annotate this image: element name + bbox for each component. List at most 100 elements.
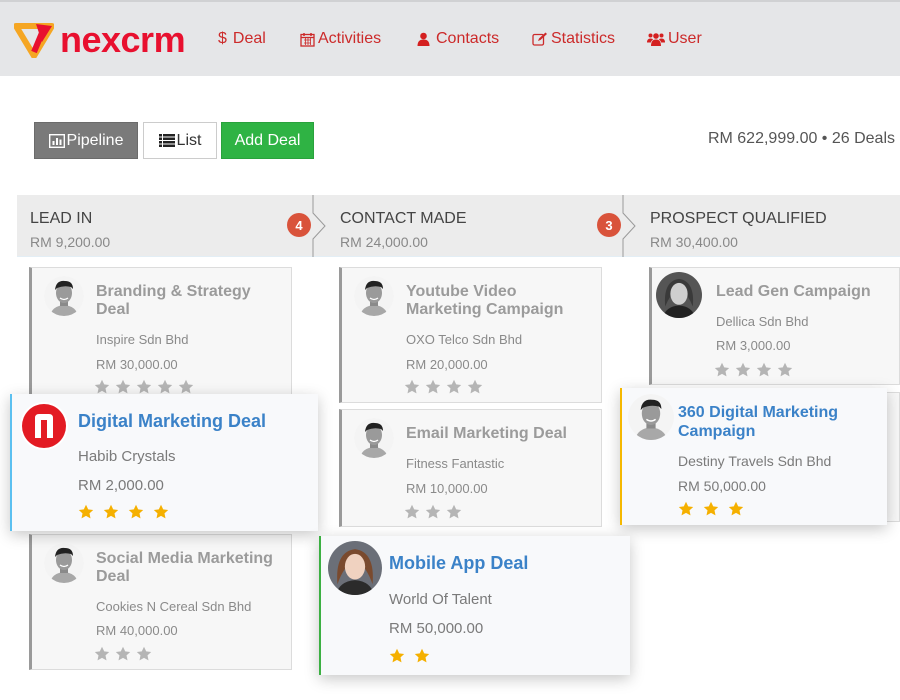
deal-card-highlighted[interactable]: 360 Digital Marketing Campaign Destiny T… [620,388,887,525]
list-icon [158,134,175,147]
bar-chart-icon [48,133,65,148]
deal-company: Dellica Sdn Bhd [716,314,809,329]
deal-card[interactable]: Youtube Video Marketing Campaign OXO Tel… [339,267,602,403]
deal-amount: RM 30,000.00 [96,357,178,372]
contact-avatar [628,394,674,440]
deal-title: 360 Digital Marketing Campaign [678,404,839,440]
nav-user[interactable]: User [647,30,702,48]
woman-avatar-icon [328,541,382,595]
contact-avatar [44,543,84,583]
star-icon [703,501,719,516]
add-deal-button[interactable]: Add Deal [221,122,314,159]
deal-rating [94,646,152,662]
contact-avatar [44,276,84,316]
deal-title: Lead Gen Campaign [716,283,871,300]
star-icon [94,379,110,394]
man-avatar-icon [628,394,674,440]
top-navbar: nexcrm $ Deal Activities Contacts Statis… [0,0,900,76]
logo-triangle-icon [14,23,54,58]
star-icon [178,379,194,394]
view-toolbar: Pipeline List Add Deal [34,122,314,159]
deal-company: Inspire Sdn Bhd [96,332,189,347]
deal-rating [404,379,483,395]
pipeline-view-button[interactable]: Pipeline [34,122,138,159]
stage-amount: RM 9,200.00 [30,234,111,250]
star-icon [414,648,430,663]
stage-amount: RM 30,400.00 [650,234,738,250]
star-icon [425,504,441,519]
user-icon [417,32,430,46]
star-icon [115,379,131,394]
star-icon [153,504,169,519]
star-icon [136,379,152,394]
nav-contacts[interactable]: Contacts [417,30,499,48]
users-icon [647,32,665,46]
star-icon [404,379,420,394]
star-icon [389,648,405,663]
nav-activities-label: Activities [318,30,382,47]
contact-avatar [328,541,382,595]
star-icon [157,379,173,394]
deal-count-badge: 3 [597,213,621,237]
company-logo-n-icon [20,402,68,450]
deal-rating [94,379,194,395]
pipeline-stages: LEAD IN RM 9,200.00 4 CONTACT MADE RM 24… [17,195,900,257]
company-logo-avatar [20,402,68,450]
star-icon [446,504,462,519]
nav-deal[interactable]: $ Deal [218,30,266,48]
star-icon [115,646,131,661]
stage-name: LEAD IN [30,210,93,227]
deal-title: Mobile App Deal [389,553,529,573]
deal-amount: RM 40,000.00 [96,623,178,638]
deal-title: Social Media Marketing Deal [96,550,273,585]
deal-card-highlighted[interactable]: Mobile App Deal World Of Talent RM 50,00… [319,536,630,675]
deal-rating [678,501,744,517]
star-icon [103,504,119,519]
deal-amount: RM 50,000.00 [678,478,766,494]
stage-lead-in[interactable]: LEAD IN RM 9,200.00 4 [17,195,313,257]
deal-rating [404,504,462,520]
man-avatar-icon [44,543,84,583]
deal-company: Fitness Fantastic [406,456,505,471]
star-icon [714,362,730,377]
nav-deal-label: Deal [232,30,266,47]
stage-contact-made[interactable]: CONTACT MADE RM 24,000.00 3 [327,195,623,257]
man-avatar-icon [44,276,84,316]
deal-card-highlighted[interactable]: Digital Marketing Deal Habib Crystals RM… [10,394,318,531]
pipeline-summary: RM 622,999.00 • 26 Deals [707,130,895,147]
star-icon [78,504,94,519]
calendar-icon [300,32,315,47]
star-icon [467,379,483,394]
star-icon [425,379,441,394]
edit-icon [532,32,548,46]
nav-contacts-label: Contacts [436,30,500,47]
stage-separator-chevron [312,195,326,257]
nav-statistics[interactable]: Statistics [532,30,615,48]
deal-company: World Of Talent [389,591,492,608]
stage-amount: RM 24,000.00 [340,234,428,250]
star-icon [756,362,772,377]
deal-amount: RM 20,000.00 [406,357,488,372]
star-icon [735,362,751,377]
deal-amount: RM 10,000.00 [406,481,488,496]
deal-card[interactable]: Branding & Strategy Deal Inspire Sdn Bhd… [29,267,292,397]
contact-avatar [354,418,394,458]
deal-title: Digital Marketing Deal [78,411,267,431]
deal-rating [389,648,430,664]
deal-card[interactable]: Lead Gen Campaign Dellica Sdn Bhd RM 3,0… [649,267,900,385]
star-icon [94,646,110,661]
list-view-button[interactable]: List [143,122,217,159]
star-icon [128,504,144,519]
woman-avatar-icon [656,272,702,318]
pipeline-view-label: Pipeline [66,131,124,149]
deal-amount: RM 2,000.00 [78,477,164,494]
stage-prospect-qualified[interactable]: PROSPECT QUALIFIED RM 30,400.00 [637,195,900,257]
deal-card[interactable]: Email Marketing Deal Fitness Fantastic R… [339,409,602,527]
brand-logo[interactable]: nexcrm [14,20,186,60]
contact-avatar [354,276,394,316]
nav-activities[interactable]: Activities [300,30,381,48]
deal-card[interactable]: Social Media Marketing Deal Cookies N Ce… [29,534,292,670]
star-icon [678,501,694,516]
deal-company: Destiny Travels Sdn Bhd [678,453,832,469]
deal-company: Habib Crystals [78,448,176,465]
